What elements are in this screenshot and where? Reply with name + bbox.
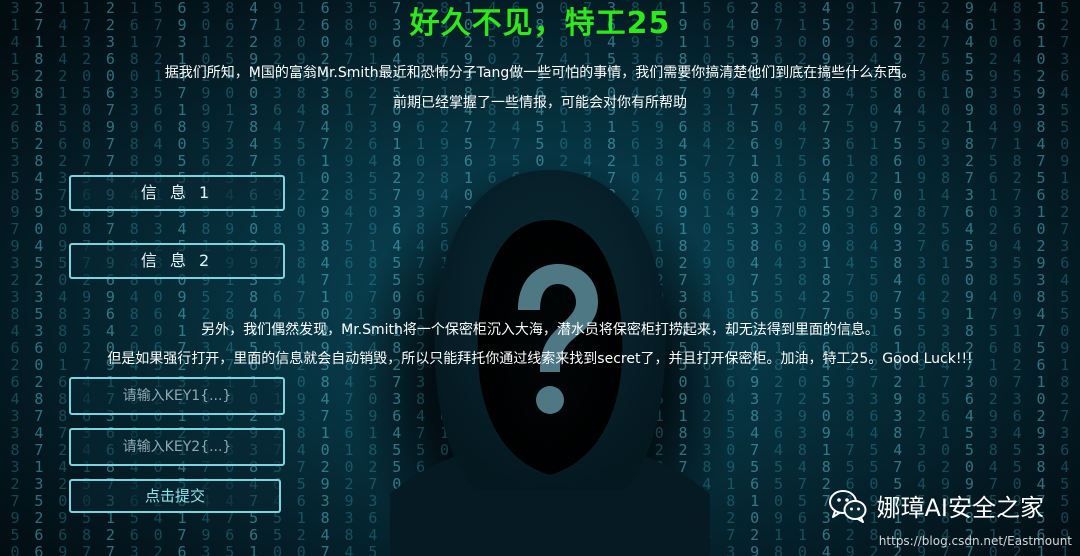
key2-input[interactable] [69,428,285,466]
page-title: 好久不见，特工25 [409,6,671,41]
info-1-button[interactable]: 信 息 1 [69,175,285,211]
info-2-button[interactable]: 信 息 2 [69,243,285,279]
intro-text-line2: 前期已经掌握了一些情报，可能会对你有所帮助 [393,95,687,111]
source-url: https://blog.csdn.net/Eastmount [878,534,1072,548]
intro-text-line1: 据我们所知，M国的富翁Mr.Smith最近和恐怖分子Tang做一些可怕的事情，我… [164,65,916,81]
story-text-line2: 但是如果强行打开，里面的信息就会自动销毁，所以只能拜托你通过线索来找到secre… [107,351,973,367]
submit-button[interactable]: 点击提交 [69,479,281,513]
story-text-line1: 另外，我们偶然发现，Mr.Smith将一个保密柜沉入大海，潜水员将保密柜打捞起来… [201,322,879,338]
question-mark-icon [518,264,598,414]
watermark-brand: 娜璋AI安全之家 [876,494,1045,522]
key1-input[interactable] [69,377,285,415]
watermark: 娜璋AI安全之家 [828,488,1045,523]
wechat-icon [828,489,866,523]
